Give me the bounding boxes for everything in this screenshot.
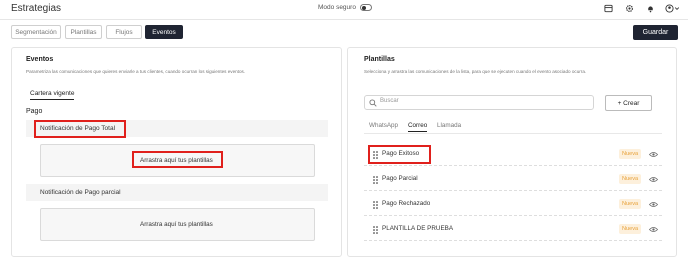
gear-icon[interactable] xyxy=(625,4,634,13)
tab-plantillas[interactable]: Plantillas xyxy=(65,25,102,39)
tab-eventos[interactable]: Eventos xyxy=(145,25,183,39)
template-name: Pago Rechazado xyxy=(382,200,431,207)
tab-flujos[interactable]: Flujos xyxy=(106,25,142,39)
search-icon xyxy=(369,99,377,107)
tab-llamada[interactable]: Llamada xyxy=(437,122,461,129)
user-icon[interactable] xyxy=(665,4,674,13)
toggle-knob xyxy=(362,6,366,10)
create-template-button[interactable]: + Crear xyxy=(605,95,652,111)
highlight-box xyxy=(132,151,223,168)
template-row[interactable]: PLANTILLA DE PRUEBA Nueva xyxy=(364,219,662,241)
eye-icon[interactable] xyxy=(649,176,658,183)
drag-handle-icon[interactable] xyxy=(373,226,379,234)
tab-whatsapp[interactable]: WhatsApp xyxy=(369,122,398,129)
event-name: Notificación de Pago parcial xyxy=(40,189,121,196)
tab-cartera-vigente[interactable]: Cartera vigente xyxy=(30,90,75,100)
tab-correo[interactable]: Correo xyxy=(408,122,428,132)
search-placeholder: Buscar xyxy=(380,98,399,104)
chevron-down-icon[interactable] xyxy=(674,4,680,13)
store-icon[interactable] xyxy=(604,4,613,13)
new-badge: Nueva xyxy=(619,174,642,184)
new-badge: Nueva xyxy=(619,149,642,159)
top-bar: Estrategias Modo seguro xyxy=(0,0,688,20)
eye-icon[interactable] xyxy=(649,226,658,233)
tabs-bar: Segmentación Plantillas Flujos Eventos xyxy=(0,20,688,44)
safe-mode-label: Modo seguro xyxy=(318,4,356,11)
events-subtitle: Parametriza las comunicaciones que quier… xyxy=(26,69,246,74)
new-badge: Nueva xyxy=(619,224,642,234)
bell-icon[interactable] xyxy=(646,4,655,13)
events-title: Eventos xyxy=(26,56,54,63)
highlight-box xyxy=(368,145,431,164)
dropzone-text: Arrastra aquí tus plantillas xyxy=(140,221,213,228)
group-label-pago: Pago xyxy=(26,108,43,115)
template-row[interactable]: Pago Rechazado Nueva xyxy=(364,194,662,216)
eye-icon[interactable] xyxy=(649,201,658,208)
templates-subtitle: Selecciona y arrastra las comunicaciones… xyxy=(364,69,587,74)
tab-segmentacion[interactable]: Segmentación xyxy=(11,25,61,39)
eye-icon[interactable] xyxy=(649,151,658,158)
app-title: Estrategias xyxy=(11,3,62,14)
template-name: Pago Parcial xyxy=(382,175,418,182)
drag-handle-icon[interactable] xyxy=(373,201,379,209)
highlight-box xyxy=(34,120,126,138)
template-name: PLANTILLA DE PRUEBA xyxy=(382,225,454,232)
drag-handle-icon[interactable] xyxy=(373,176,379,184)
save-button[interactable]: Guardar xyxy=(633,25,678,40)
search-input[interactable]: Buscar xyxy=(364,95,594,110)
templates-title: Plantillas xyxy=(364,56,395,63)
safe-mode-toggle[interactable] xyxy=(360,4,372,11)
new-badge: Nueva xyxy=(619,199,642,209)
divider xyxy=(364,133,662,134)
template-row[interactable]: Pago Parcial Nueva xyxy=(364,169,662,191)
